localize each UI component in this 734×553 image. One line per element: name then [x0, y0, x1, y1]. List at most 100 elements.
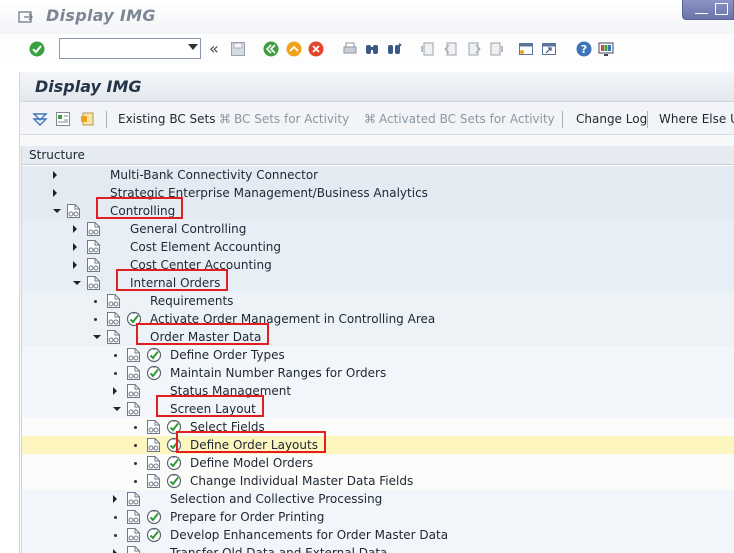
tree-node-label[interactable]: Maintain Number Ranges for Orders — [170, 366, 386, 380]
change-log-button[interactable]: Change Log — [576, 112, 647, 126]
tree-node[interactable]: Define Order Layouts — [22, 431, 734, 454]
documentation-icon[interactable] — [126, 545, 141, 553]
documentation-icon[interactable] — [86, 221, 101, 237]
documentation-icon[interactable] — [66, 203, 81, 219]
expand-node-icon[interactable] — [53, 189, 57, 197]
first-page-icon[interactable] — [420, 41, 436, 57]
collapse-node-icon[interactable] — [53, 209, 61, 213]
next-page-icon[interactable] — [466, 41, 482, 57]
where-else-used-button[interactable]: Where Else Us — [659, 112, 734, 126]
back-icon[interactable] — [263, 41, 279, 57]
expand-node-icon[interactable] — [53, 171, 57, 179]
documentation-icon[interactable] — [126, 527, 141, 543]
customize-layout-icon[interactable] — [598, 41, 614, 57]
tree-node[interactable]: Screen Layout — [22, 395, 734, 418]
tree-node-label[interactable]: Transfer Old Data and External Data — [170, 546, 387, 553]
tree-node-label[interactable]: Cost Element Accounting — [130, 240, 281, 254]
tree-node-label[interactable]: Define Order Types — [170, 348, 285, 362]
tree-node[interactable]: Define Model Orders — [22, 454, 734, 472]
save-icon[interactable] — [230, 41, 246, 57]
tree-node-label[interactable]: Define Model Orders — [190, 456, 313, 470]
tree-node[interactable]: Requirements — [22, 292, 734, 310]
documentation-icon[interactable] — [106, 311, 121, 327]
last-page-icon[interactable] — [488, 41, 504, 57]
documentation-icon[interactable] — [126, 509, 141, 525]
chevron-down-icon[interactable] — [188, 44, 198, 50]
tree-node-label[interactable]: Change Individual Master Data Fields — [190, 474, 413, 488]
collapse-node-icon[interactable] — [73, 281, 81, 285]
documentation-icon[interactable] — [126, 491, 141, 507]
execute-activity-icon[interactable] — [146, 365, 162, 381]
previous-page-icon[interactable] — [443, 41, 459, 57]
execute-icon[interactable] — [55, 111, 71, 127]
documentation-icon[interactable] — [106, 293, 121, 309]
documentation-icon[interactable] — [146, 419, 161, 435]
documentation-icon[interactable] — [146, 437, 161, 453]
expand-node-icon[interactable] — [73, 225, 77, 233]
tree-node[interactable]: Transfer Old Data and External Data — [22, 544, 734, 553]
tree-node-label[interactable]: Multi-Bank Connectivity Connector — [110, 168, 318, 182]
documentation-icon[interactable] — [86, 239, 101, 255]
bc-sets-for-activity-button[interactable]: ⌘ BC Sets for Activity — [219, 112, 349, 126]
tree-node[interactable]: Define Order Types — [22, 346, 734, 364]
documentation-icon[interactable] — [146, 455, 161, 471]
tree-node[interactable]: Order Master Data — [22, 323, 734, 346]
tree-node[interactable]: Change Individual Master Data Fields — [22, 472, 734, 490]
tree-node[interactable]: Develop Enhancements for Order Master Da… — [22, 526, 734, 544]
documentation-icon[interactable] — [146, 473, 161, 489]
expand-node-icon[interactable] — [73, 243, 77, 251]
existing-bc-sets-button[interactable]: Existing BC Sets — [118, 112, 216, 126]
expand-node-icon[interactable] — [113, 549, 117, 553]
print-icon[interactable] — [342, 41, 358, 57]
tree-node-label[interactable]: Prepare for Order Printing — [170, 510, 324, 524]
documentation-icon[interactable] — [126, 401, 141, 417]
expand-node-icon[interactable] — [73, 261, 77, 269]
collapse-node-icon[interactable] — [93, 335, 101, 339]
find-next-icon[interactable] — [387, 41, 403, 57]
tree-node[interactable]: Select Fields — [22, 418, 734, 436]
expand-node-icon[interactable] — [113, 387, 117, 395]
tree-node[interactable]: Cost Element Accounting — [22, 238, 734, 256]
notes-icon[interactable] — [80, 111, 96, 127]
cancel-icon[interactable] — [308, 41, 324, 57]
find-icon[interactable] — [364, 41, 380, 57]
exit-icon[interactable] — [286, 41, 302, 57]
tree-node[interactable]: Status Management — [22, 382, 734, 400]
tree-node[interactable]: Maintain Number Ranges for Orders — [22, 364, 734, 382]
tree-node[interactable]: Selection and Collective Processing — [22, 490, 734, 508]
execute-activity-icon[interactable] — [146, 527, 162, 543]
collapse-command-icon[interactable]: « — [209, 39, 219, 58]
new-session-icon[interactable] — [518, 41, 534, 57]
execute-activity-icon[interactable] — [166, 455, 182, 471]
minimize-icon[interactable] — [695, 3, 708, 14]
collapse-node-icon[interactable] — [113, 407, 121, 411]
tree-node[interactable]: Activate Order Management in Controlling… — [22, 310, 734, 328]
documentation-icon[interactable] — [126, 365, 141, 381]
documentation-icon[interactable] — [126, 347, 141, 363]
tree-node-label[interactable]: Develop Enhancements for Order Master Da… — [170, 528, 448, 542]
tree-node[interactable]: Multi-Bank Connectivity Connector — [22, 166, 734, 184]
expand-node-icon[interactable] — [113, 495, 117, 503]
execute-activity-icon[interactable] — [146, 509, 162, 525]
command-input[interactable] — [60, 39, 178, 58]
app-menu-icon[interactable] — [18, 10, 34, 24]
tree-node[interactable]: Internal Orders — [22, 269, 734, 292]
tree-node-label[interactable]: Requirements — [150, 294, 233, 308]
activated-bc-sets-button[interactable]: ⌘ Activated BC Sets for Activity — [364, 112, 555, 126]
documentation-icon[interactable] — [126, 383, 141, 399]
maximize-icon[interactable] — [715, 3, 728, 15]
tree-node-label[interactable]: General Controlling — [130, 222, 246, 236]
tree-node[interactable]: General Controlling — [22, 220, 734, 238]
documentation-icon[interactable] — [106, 329, 121, 345]
shortcut-icon[interactable] — [541, 41, 557, 57]
command-field[interactable] — [59, 38, 201, 59]
tree-node-label[interactable]: Selection and Collective Processing — [170, 492, 382, 506]
expand-all-icon[interactable] — [32, 111, 48, 127]
enter-icon[interactable] — [29, 41, 45, 57]
help-icon[interactable]: ? — [576, 41, 592, 57]
execute-activity-icon[interactable] — [166, 473, 182, 489]
documentation-icon[interactable] — [86, 257, 101, 273]
tree-node[interactable]: Prepare for Order Printing — [22, 508, 734, 526]
tree-node[interactable]: Controlling — [22, 197, 734, 220]
execute-activity-icon[interactable] — [146, 347, 162, 363]
